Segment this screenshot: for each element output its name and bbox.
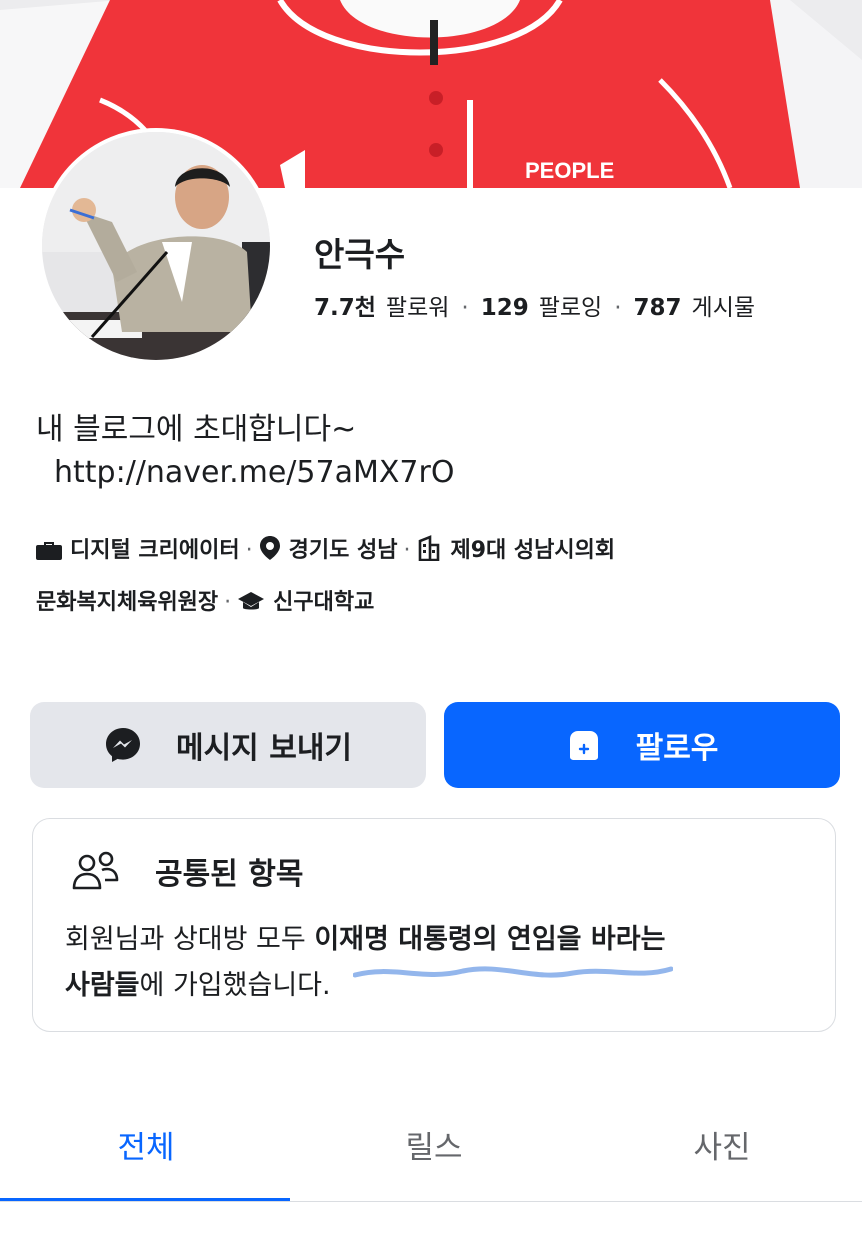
message-button[interactable]: 메시지 보내기 xyxy=(30,702,426,788)
follow-button-label: 팔로우 xyxy=(635,731,719,766)
message-button-label: 메시지 보내기 xyxy=(175,731,353,766)
tab-photos[interactable]: 사진 xyxy=(622,1122,822,1167)
svg-text:PEOPLE: PEOPLE xyxy=(525,158,614,183)
following-link[interactable]: 129 팔로잉 xyxy=(481,295,603,321)
common-items-card[interactable]: 공통된 항목 회원님과 상대방 모두 이재명 대통령의 연임을 바라는사람들에 … xyxy=(32,818,836,1032)
bio-link[interactable]: http://naver.me/57aMX7rO xyxy=(54,455,454,490)
follow-button[interactable]: 팔로우 xyxy=(444,702,840,788)
posts-label: 게시물 xyxy=(691,295,756,321)
common-text-prefix: 회원님과 상대방 모두 xyxy=(65,924,315,955)
followers-link[interactable]: 7.7천 팔로워 xyxy=(314,295,449,321)
group-name-link[interactable]: 이재명 대통령의 연임을 바라는 xyxy=(314,924,665,955)
following-count: 129 xyxy=(480,295,529,321)
profile-tabs: 전체 릴스 사진 xyxy=(0,1106,862,1202)
education-link[interactable]: 신구대학교 xyxy=(273,590,374,615)
posts-count: 787 xyxy=(633,295,682,321)
following-label: 팔로잉 xyxy=(538,295,603,321)
location-link[interactable]: 경기도 성남 xyxy=(289,538,398,563)
profile-avatar[interactable] xyxy=(38,128,274,364)
details-separator: · xyxy=(403,538,411,563)
profile-details-line2: 문화복지체육위원장 · 신구대학교 xyxy=(36,584,836,616)
details-separator: · xyxy=(224,590,232,615)
bio-text: 내 블로그에 초대합니다~ xyxy=(36,412,357,447)
profile-name: 안극수 xyxy=(314,235,406,274)
work-text-line2[interactable]: 문화복지체육위원장 xyxy=(36,590,218,615)
posts-link[interactable]: 787 게시물 xyxy=(634,295,756,321)
group-name-link-continued[interactable]: 사람들 xyxy=(65,970,140,1001)
stats-separator: · xyxy=(614,295,622,321)
briefcase-icon xyxy=(36,542,62,560)
stats-separator: · xyxy=(461,295,469,321)
work-text-line1[interactable]: 제9대 성남시의회 xyxy=(450,538,615,563)
messenger-icon xyxy=(105,728,140,762)
details-separator: · xyxy=(245,538,253,563)
common-text-suffix: 에 가입했습니다. xyxy=(139,970,331,1001)
building-icon xyxy=(419,535,440,562)
add-friend-icon xyxy=(569,731,598,760)
location-pin-icon xyxy=(259,536,280,560)
tab-reels[interactable]: 릴스 xyxy=(334,1122,534,1167)
tabs-divider xyxy=(0,1201,862,1202)
profile-details-line1: 디지털 크리에이터 · 경기도 성남 · 제9대 성남시의회 xyxy=(36,532,836,564)
graduation-cap-icon xyxy=(238,592,265,610)
underline-scribble xyxy=(353,966,673,978)
avatar-image xyxy=(42,132,270,360)
followers-count: 7.7천 xyxy=(314,295,376,321)
profile-stats: 7.7천 팔로워 · 129 팔로잉 · 787 게시물 xyxy=(314,288,755,322)
people-icon xyxy=(72,851,119,890)
tab-all[interactable]: 전체 xyxy=(46,1122,246,1167)
category-text: 디지털 크리에이터 xyxy=(70,538,240,563)
common-items-title: 공통된 항목 xyxy=(155,857,304,892)
followers-label: 팔로워 xyxy=(385,295,450,321)
